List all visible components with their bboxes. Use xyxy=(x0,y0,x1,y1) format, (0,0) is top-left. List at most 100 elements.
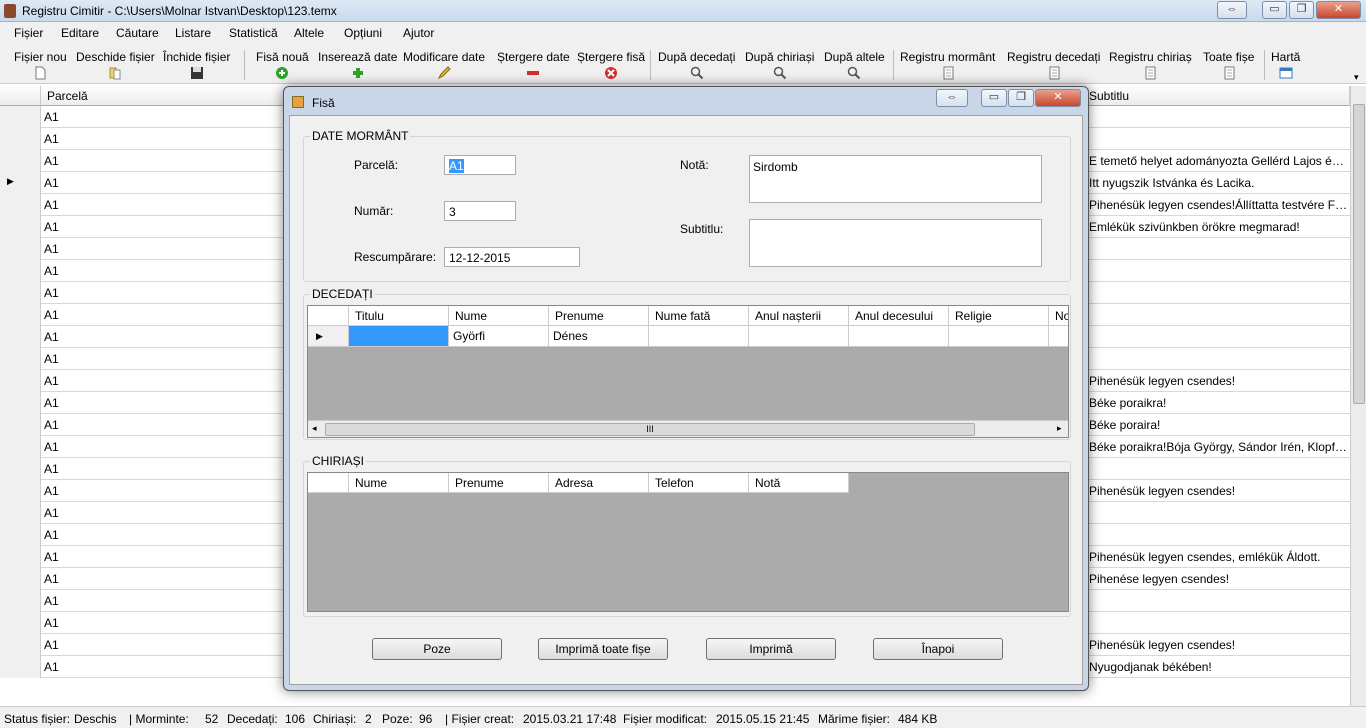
tenants-col-prenume[interactable]: Prenume xyxy=(449,473,549,493)
print-all-button[interactable]: Imprimă toate fișe xyxy=(538,638,668,660)
menu-fisier[interactable]: Fișier xyxy=(14,26,43,40)
row-header[interactable] xyxy=(0,348,41,370)
row-header[interactable] xyxy=(0,216,41,238)
dialog-restore-layout-button[interactable]: ⇔ xyxy=(936,89,968,107)
deceased-cell-prenume[interactable]: Dénes xyxy=(549,326,649,347)
row-header[interactable] xyxy=(0,590,41,612)
restore-layout-button[interactable]: ⇔ xyxy=(1217,1,1247,19)
row-header[interactable] xyxy=(0,458,41,480)
minimize-button[interactable]: ▭ xyxy=(1262,1,1287,19)
deceased-cell-titulu[interactable] xyxy=(349,326,449,347)
cell-parcela[interactable]: A1 xyxy=(44,220,59,234)
new-file-button[interactable]: Fișier nou xyxy=(14,50,67,80)
search-other-button[interactable]: După altele xyxy=(824,50,885,80)
menu-listare[interactable]: Listare xyxy=(175,26,211,40)
deceased-scroll-thumb[interactable]: III xyxy=(325,423,975,436)
cell-subtitlu[interactable]: Pihenésük legyen csendes!Állíttatta test… xyxy=(1089,198,1349,212)
dialog-minimize-button[interactable]: ▭ xyxy=(981,89,1007,107)
row-header[interactable] xyxy=(0,304,41,326)
cell-parcela[interactable]: A1 xyxy=(44,528,59,542)
cell-subtitlu[interactable]: Béke poraikra! xyxy=(1089,396,1349,410)
tenant-register-button[interactable]: Registru chiriaș xyxy=(1109,50,1192,80)
row-header[interactable] xyxy=(0,106,41,128)
cell-parcela[interactable]: A1 xyxy=(44,462,59,476)
print-button[interactable]: Imprimă xyxy=(706,638,836,660)
cell-parcela[interactable]: A1 xyxy=(44,264,59,278)
menu-ajutor[interactable]: Ajutor xyxy=(403,26,434,40)
cell-parcela[interactable]: A1 xyxy=(44,594,59,608)
deceased-horizontal-scrollbar[interactable]: ◂ III ▸ xyxy=(308,420,1068,437)
deceased-cell-religie[interactable] xyxy=(949,326,1049,347)
close-button[interactable]: ✕ xyxy=(1316,1,1361,19)
row-header[interactable] xyxy=(0,436,41,458)
cell-parcela[interactable]: A1 xyxy=(44,572,59,586)
scroll-right-icon[interactable]: ▸ xyxy=(1057,423,1062,434)
cell-subtitlu[interactable]: Béke poraikra!Bója György, Sándor Irén, … xyxy=(1089,440,1349,454)
cell-parcela[interactable]: A1 xyxy=(44,440,59,454)
cell-parcela[interactable]: A1 xyxy=(44,154,59,168)
close-file-button[interactable]: Închide fișier xyxy=(163,50,230,80)
delete-record-button[interactable]: Ștergere fisă xyxy=(577,50,645,80)
scrollbar-thumb[interactable] xyxy=(1353,104,1365,404)
tenants-col-telefon[interactable]: Telefon xyxy=(649,473,749,493)
row-header[interactable]: ▶ xyxy=(0,172,41,194)
row-header[interactable] xyxy=(0,392,41,414)
deceased-col-prenume[interactable]: Prenume xyxy=(549,306,649,326)
deceased-col-nume[interactable]: Nume xyxy=(449,306,549,326)
map-button[interactable]: Hartă xyxy=(1271,50,1300,80)
deceased-cell-anul-decesului[interactable] xyxy=(849,326,949,347)
cell-parcela[interactable]: A1 xyxy=(44,176,59,190)
deceased-grid[interactable]: Titulu Nume Prenume Nume fată Anul naște… xyxy=(307,305,1069,438)
deceased-col-anul-decesului[interactable]: Anul decesului xyxy=(849,306,949,326)
deceased-cell-nota[interactable] xyxy=(1049,326,1068,347)
row-header[interactable] xyxy=(0,150,41,172)
tenants-col-nota[interactable]: Notă xyxy=(749,473,849,493)
row-header[interactable] xyxy=(0,414,41,436)
cell-subtitlu[interactable]: Pihenésük legyen csendes! xyxy=(1089,374,1349,388)
deceased-col-religie[interactable]: Religie xyxy=(949,306,1049,326)
row-header[interactable] xyxy=(0,238,41,260)
cell-subtitlu[interactable]: Pihenésük legyen csendes! xyxy=(1089,638,1349,652)
maximize-button[interactable]: ❐ xyxy=(1289,1,1314,19)
deceased-cell-nume[interactable]: Györfi xyxy=(449,326,549,347)
deceased-col-nota[interactable]: No xyxy=(1049,306,1068,326)
cell-subtitlu[interactable]: Pihenése legyen csendes! xyxy=(1089,572,1349,586)
menu-cautare[interactable]: Căutare xyxy=(116,26,159,40)
tenants-col-adresa[interactable]: Adresa xyxy=(549,473,649,493)
nota-textarea[interactable]: Sirdomb xyxy=(749,155,1042,203)
cell-subtitlu[interactable]: Emlékük szivünkben örökre megmarad! xyxy=(1089,220,1349,234)
dialog-close-button[interactable]: ✕ xyxy=(1035,89,1081,107)
cell-parcela[interactable]: A1 xyxy=(44,484,59,498)
cell-subtitlu[interactable]: E temető helyet adományozta Gellérd Lajo… xyxy=(1089,154,1349,168)
menu-optiuni[interactable]: Opțiuni xyxy=(344,26,382,40)
cell-subtitlu[interactable]: Pihenésük legyen csendes! xyxy=(1089,484,1349,498)
deceased-col-titulu[interactable]: Titulu xyxy=(349,306,449,326)
cell-parcela[interactable]: A1 xyxy=(44,396,59,410)
new-record-button[interactable]: Fisă nouă xyxy=(256,50,309,80)
row-header[interactable] xyxy=(0,260,41,282)
row-header[interactable] xyxy=(0,128,41,150)
all-records-button[interactable]: Toate fișe xyxy=(1203,50,1254,80)
cell-parcela[interactable]: A1 xyxy=(44,616,59,630)
grave-register-button[interactable]: Registru mormânt xyxy=(900,50,995,80)
search-deceased-button[interactable]: După decedați xyxy=(658,50,735,80)
row-header[interactable] xyxy=(0,524,41,546)
row-header[interactable] xyxy=(0,194,41,216)
modify-data-button[interactable]: Modificare date xyxy=(403,50,485,80)
row-header[interactable] xyxy=(0,546,41,568)
row-header[interactable] xyxy=(0,568,41,590)
cell-subtitlu[interactable]: Itt nyugszik Istvánka és Lacika. xyxy=(1089,176,1349,190)
cell-parcela[interactable]: A1 xyxy=(44,352,59,366)
deceased-cell-anul-nasterii[interactable] xyxy=(749,326,849,347)
cell-parcela[interactable]: A1 xyxy=(44,374,59,388)
cell-parcela[interactable]: A1 xyxy=(44,110,59,124)
row-header[interactable] xyxy=(0,612,41,634)
cell-subtitlu[interactable]: Béke poraira! xyxy=(1089,418,1349,432)
deceased-col-anul-nasterii[interactable]: Anul nașterii xyxy=(749,306,849,326)
tenants-grid[interactable]: Nume Prenume Adresa Telefon Notă xyxy=(307,472,1069,612)
cell-subtitlu[interactable]: Nyugodjanak békében! xyxy=(1089,660,1349,674)
cell-parcela[interactable]: A1 xyxy=(44,550,59,564)
cell-parcela[interactable]: A1 xyxy=(44,506,59,520)
tenants-col-nume[interactable]: Nume xyxy=(349,473,449,493)
row-header[interactable] xyxy=(0,502,41,524)
